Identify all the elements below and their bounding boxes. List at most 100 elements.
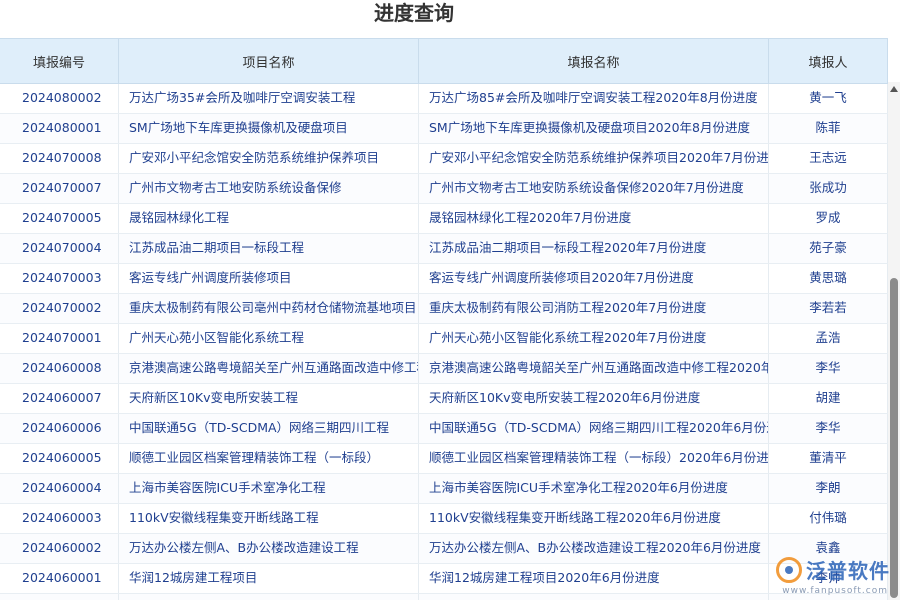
watermark-url: www.fanpusoft.com	[782, 586, 888, 596]
table-body: 2024080002万达广场35#会所及咖啡厅空调安装工程万达广场85#会所及咖…	[0, 84, 888, 600]
cell-report-name: 广安邓小平纪念馆安全防范系统维护保养项目2020年7月份进度	[419, 144, 769, 173]
cell-reporter: 李朗	[769, 474, 888, 503]
cell-report-name: 上海市美容医院ICU手术室净化工程2020年6月份进度	[419, 474, 769, 503]
cell-reporter: 罗成	[769, 204, 888, 233]
cell-project-name: 华润12城房建工程项目	[119, 564, 419, 593]
cell-report-name: 晟铭园林绿化工程2020年7月份进度	[419, 204, 769, 233]
cell-report-name: 甘肃省工商银行网络保养项目2020年5月份进度	[419, 594, 769, 600]
cell-report-name: 顺德工业园区档案管理精装饰工程（一标段）2020年6月份进度	[419, 444, 769, 473]
vertical-scrollbar[interactable]	[888, 82, 900, 600]
page-title: 进度查询	[0, 0, 828, 32]
table-row[interactable]: 2024060008京港澳高速公路粤境韶关至广州互通路面改造中修工程京港澳高速公…	[0, 354, 888, 384]
table-row[interactable]: 2024060007天府新区10Kv变电所安装工程天府新区10Kv变电所安装工程…	[0, 384, 888, 414]
scroll-thumb[interactable]	[890, 278, 898, 598]
cell-project-name: 中国联通5G（TD-SCDMA）网络三期四川工程	[119, 414, 419, 443]
cell-report-id: 2024080001	[0, 114, 119, 143]
table-row[interactable]: 2024070008广安邓小平纪念馆安全防范系统维护保养项目广安邓小平纪念馆安全…	[0, 144, 888, 174]
cell-reporter: 黄一飞	[769, 84, 888, 113]
cell-reporter: 李华	[769, 414, 888, 443]
table-header: 填报编号 项目名称 填报名称 填报人	[0, 38, 888, 84]
cell-report-id: 2024070008	[0, 144, 119, 173]
cell-project-name: 万达广场35#会所及咖啡厅空调安装工程	[119, 84, 419, 113]
table-row[interactable]: 2024060001华润12城房建工程项目华润12城房建工程项目2020年6月份…	[0, 564, 888, 594]
table-row[interactable]: 2024080001SM广场地下车库更换摄像机及硬盘项目SM广场地下车库更换摄像…	[0, 114, 888, 144]
cell-report-name: SM广场地下车库更换摄像机及硬盘项目2020年8月份进度	[419, 114, 769, 143]
cell-project-name: 顺德工业园区档案管理精装饰工程（一标段）	[119, 444, 419, 473]
cell-project-name: 广州天心苑小区智能化系统工程	[119, 324, 419, 353]
cell-report-id: 2024070004	[0, 234, 119, 263]
cell-report-name: 万达办公楼左侧A、B办公楼改造建设工程2020年6月份进度	[419, 534, 769, 563]
table-row[interactable]: 2024060003110kV安徽线程集变开断线路工程110kV安徽线程集变开断…	[0, 504, 888, 534]
fanpu-logo	[776, 557, 802, 583]
cell-report-id: 2024080002	[0, 84, 119, 113]
cell-report-id: 2024060003	[0, 504, 119, 533]
table-row[interactable]: 2024070007广州市文物考古工地安防系统设备保修广州市文物考古工地安防系统…	[0, 174, 888, 204]
watermark-brand: 泛普软件	[806, 555, 890, 584]
table-row[interactable]: 2024060002万达办公楼左侧A、B办公楼改造建设工程万达办公楼左侧A、B办…	[0, 534, 888, 564]
cell-report-name: 京港澳高速公路粤境韶关至广州互通路面改造中修工程2020年6月份进度	[419, 354, 769, 383]
cell-reporter: 张成功	[769, 174, 888, 203]
header-project-name[interactable]: 项目名称	[119, 39, 419, 83]
table-row[interactable]: 2024070005晟铭园林绿化工程晟铭园林绿化工程2020年7月份进度罗成	[0, 204, 888, 234]
cell-report-name: 广州天心苑小区智能化系统工程2020年7月份进度	[419, 324, 769, 353]
cell-report-id: 2024070002	[0, 294, 119, 323]
cell-report-id: 2024060004	[0, 474, 119, 503]
cell-report-id: 2024060002	[0, 534, 119, 563]
cell-report-name: 110kV安徽线程集变开断线路工程2020年6月份进度	[419, 504, 769, 533]
cell-project-name: 重庆太极制药有限公司亳州中药材仓储物流基地项目	[119, 294, 419, 323]
cell-project-name: 晟铭园林绿化工程	[119, 204, 419, 233]
cell-report-id: 2024060006	[0, 414, 119, 443]
triangle-up-icon[interactable]	[890, 86, 898, 92]
cell-report-name: 华润12城房建工程项目2020年6月份进度	[419, 564, 769, 593]
header-reporter[interactable]: 填报人	[769, 39, 888, 83]
cell-reporter: 李华	[769, 354, 888, 383]
cell-report-name: 客运专线广州调度所装修项目2020年7月份进度	[419, 264, 769, 293]
cell-project-name: 110kV安徽线程集变开断线路工程	[119, 504, 419, 533]
table-row[interactable]: 2024060005顺德工业园区档案管理精装饰工程（一标段）顺德工业园区档案管理…	[0, 444, 888, 474]
cell-report-id: 2024060001	[0, 564, 119, 593]
cell-report-id: 2024070007	[0, 174, 119, 203]
cell-report-name: 天府新区10Kv变电所安装工程2020年6月份进度	[419, 384, 769, 413]
cell-project-name: 万达办公楼左侧A、B办公楼改造建设工程	[119, 534, 419, 563]
cell-project-name: 客运专线广州调度所装修项目	[119, 264, 419, 293]
cell-reporter: 董清平	[769, 444, 888, 473]
cell-report-id: 2024060007	[0, 384, 119, 413]
cell-report-id: 2024060005	[0, 444, 119, 473]
cell-report-id: 2024070003	[0, 264, 119, 293]
cell-reporter: 陈菲	[769, 114, 888, 143]
cell-project-name: 广州市文物考古工地安防系统设备保修	[119, 174, 419, 203]
cell-reporter: 王志远	[769, 144, 888, 173]
cell-report-name: 重庆太极制药有限公司消防工程2020年7月份进度	[419, 294, 769, 323]
cell-reporter: 孟浩	[769, 324, 888, 353]
cell-reporter: 黄思璐	[769, 264, 888, 293]
cell-report-name: 中国联通5G（TD-SCDMA）网络三期四川工程2020年6月份进度	[419, 414, 769, 443]
cell-project-name: 京港澳高速公路粤境韶关至广州互通路面改造中修工程	[119, 354, 419, 383]
cell-report-id: 2024060008	[0, 354, 119, 383]
table-row[interactable]: 2024070004江苏成品油二期项目一标段工程江苏成品油二期项目一标段工程20…	[0, 234, 888, 264]
table-row[interactable]: 2024070003客运专线广州调度所装修项目客运专线广州调度所装修项目2020…	[0, 264, 888, 294]
cell-reporter: 李若若	[769, 294, 888, 323]
progress-table: 填报编号 项目名称 填报名称 填报人 2024080002万达广场35#会所及咖…	[0, 38, 888, 600]
header-report-id[interactable]: 填报编号	[0, 39, 119, 83]
cell-reporter: 付伟璐	[769, 504, 888, 533]
cell-reporter: 胡建	[769, 384, 888, 413]
cell-report-id: 2024070005	[0, 204, 119, 233]
cell-report-id: 2024070001	[0, 324, 119, 353]
table-row[interactable]: 2024060006中国联通5G（TD-SCDMA）网络三期四川工程中国联通5G…	[0, 414, 888, 444]
cell-project-name: 上海市美容医院ICU手术室净化工程	[119, 474, 419, 503]
watermark: 泛普软件	[776, 555, 890, 584]
cell-report-name: 广州市文物考古工地安防系统设备保修2020年7月份进度	[419, 174, 769, 203]
cell-project-name: SM广场地下车库更换摄像机及硬盘项目	[119, 114, 419, 143]
cell-project-name: 广安邓小平纪念馆安全防范系统维护保养项目	[119, 144, 419, 173]
cell-project-name: 甘肃省工商银行网络保养项目	[119, 594, 419, 600]
cell-project-name: 江苏成品油二期项目一标段工程	[119, 234, 419, 263]
cell-report-name: 江苏成品油二期项目一标段工程2020年7月份进度	[419, 234, 769, 263]
table-row[interactable]: 2024080002万达广场35#会所及咖啡厅空调安装工程万达广场85#会所及咖…	[0, 84, 888, 114]
table-row[interactable]: 2024070002重庆太极制药有限公司亳州中药材仓储物流基地项目重庆太极制药有…	[0, 294, 888, 324]
table-row[interactable]: 2024060004上海市美容医院ICU手术室净化工程上海市美容医院ICU手术室…	[0, 474, 888, 504]
table-row[interactable]: 2024070001广州天心苑小区智能化系统工程广州天心苑小区智能化系统工程20…	[0, 324, 888, 354]
header-report-name[interactable]: 填报名称	[419, 39, 769, 83]
cell-report-name: 万达广场85#会所及咖啡厅空调安装工程2020年8月份进度	[419, 84, 769, 113]
table-row[interactable]: 2024050009甘肃省工商银行网络保养项目甘肃省工商银行网络保养项目2020…	[0, 594, 888, 600]
cell-project-name: 天府新区10Kv变电所安装工程	[119, 384, 419, 413]
